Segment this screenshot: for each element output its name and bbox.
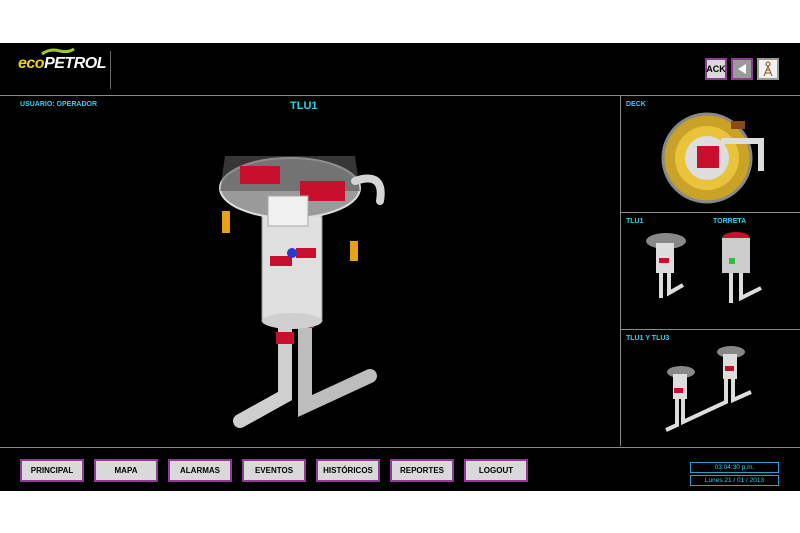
header-bar: ecoPETROL ACK bbox=[0, 43, 800, 96]
deck-panel[interactable]: DECK bbox=[621, 96, 800, 213]
clock-display: 03:04:30 p.m. bbox=[690, 462, 779, 473]
nav-reportes-button[interactable]: REPORTES bbox=[390, 459, 454, 482]
tlu1-torreta-models bbox=[646, 232, 762, 303]
nav-label: MAPA bbox=[114, 466, 138, 475]
tlu1-tlu3-panel[interactable]: TLU1 Y TLU3 bbox=[621, 330, 800, 446]
antenna-tower-icon bbox=[763, 61, 773, 77]
nav-label: LOGOUT bbox=[478, 466, 514, 475]
nav-label: HISTÓRICOS bbox=[323, 466, 373, 475]
date-display: Lunes 21 / 01 / 2013 bbox=[690, 475, 779, 486]
nav-label: EVENTOS bbox=[254, 466, 294, 475]
nav-historicos-button[interactable]: HISTÓRICOS bbox=[316, 459, 380, 482]
iguana-icon bbox=[41, 47, 75, 56]
main-view: USUARIO: OPERADOR TLU1 bbox=[0, 96, 621, 446]
tlu1-3d-model[interactable] bbox=[0, 96, 620, 446]
header-divider bbox=[110, 51, 111, 89]
nav-bar: PRINCIPAL MAPA ALARMAS EVENTOS HISTÓRICO… bbox=[0, 447, 800, 492]
ack-button[interactable]: ACK bbox=[705, 58, 727, 80]
nav-label: PRINCIPAL bbox=[30, 466, 74, 475]
tlu1-tlu3-models bbox=[665, 346, 752, 432]
nav-principal-button[interactable]: PRINCIPAL bbox=[20, 459, 84, 482]
ecopetrol-logo: ecoPETROL bbox=[18, 47, 106, 83]
tlu1-torreta-panel[interactable]: TLU1 TORRETA bbox=[621, 213, 800, 330]
nav-label: ALARMAS bbox=[180, 466, 220, 475]
nav-logout-button[interactable]: LOGOUT bbox=[464, 459, 528, 482]
nav-label: REPORTES bbox=[399, 466, 444, 475]
nav-mapa-button[interactable]: MAPA bbox=[94, 459, 158, 482]
back-button[interactable] bbox=[731, 58, 753, 80]
scada-screen: ecoPETROL ACK USUARIO: OPERADOR TLU1 DEC… bbox=[0, 43, 800, 491]
deck-model bbox=[661, 112, 764, 204]
triangle-left-icon bbox=[738, 64, 746, 74]
ack-label: ACK bbox=[706, 64, 726, 74]
tower-button[interactable] bbox=[757, 58, 779, 80]
nav-eventos-button[interactable]: EVENTOS bbox=[242, 459, 306, 482]
nav-alarmas-button[interactable]: ALARMAS bbox=[168, 459, 232, 482]
